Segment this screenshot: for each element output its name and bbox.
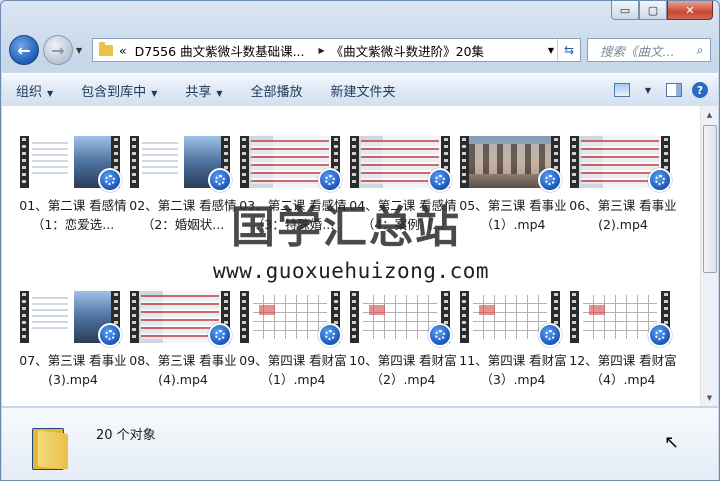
change-view-button[interactable] xyxy=(612,81,632,99)
include-library-menu[interactable]: 包含到库中 ▼ xyxy=(67,81,171,100)
video-thumbnail[interactable] xyxy=(240,136,342,192)
item-count: 20 个对象 xyxy=(96,428,156,443)
chevron-down-icon: ▼ xyxy=(216,88,223,98)
new-folder-button[interactable]: 新建文件夹 xyxy=(317,81,410,100)
file-name[interactable]: 06、第三课 看事业(2).mp4 xyxy=(568,196,678,234)
file-item[interactable]: 06、第三课 看事业(2).mp4 xyxy=(568,136,678,234)
refresh-icon[interactable]: ⇆ xyxy=(557,39,580,61)
file-name[interactable]: 07、第三课 看事业(3).mp4 xyxy=(18,351,128,389)
media-player-icon xyxy=(648,168,672,192)
folder-icon xyxy=(99,41,113,56)
file-name[interactable]: 09、第四课 看财富（1）.mp4 xyxy=(238,351,348,389)
share-menu[interactable]: 共享 ▼ xyxy=(171,81,236,100)
address-dropdown-icon[interactable]: ▼ xyxy=(548,46,554,55)
view-options-dropdown[interactable]: ▼ xyxy=(638,81,658,99)
close-button[interactable]: ✕ xyxy=(667,1,713,20)
video-thumbnail[interactable] xyxy=(20,136,122,192)
media-player-icon xyxy=(208,168,232,192)
search-input[interactable]: 搜索《曲文... xyxy=(588,41,690,60)
arrow-left-icon: ← xyxy=(17,40,31,60)
watermark-url: www.guoxuehuizong.com xyxy=(213,259,490,283)
file-item[interactable]: 12、第四课 看财富（4）.mp4 xyxy=(568,291,678,389)
breadcrumb-current[interactable]: 《曲文紫微斗数进阶》20集 xyxy=(331,41,484,60)
media-player-icon xyxy=(538,168,562,192)
organize-label: 组织 xyxy=(16,84,43,100)
help-icon: ? xyxy=(692,82,708,98)
folder-large-icon xyxy=(32,424,68,470)
window-controls: ▭ ▢ ✕ xyxy=(611,1,713,20)
file-name[interactable]: 12、第四课 看财富（4）.mp4 xyxy=(568,351,678,389)
file-item[interactable]: 07、第三课 看事业(3).mp4 xyxy=(18,291,128,389)
file-name[interactable]: 01、第二课 看感情（1：恋爱选... xyxy=(18,196,128,234)
video-thumbnail[interactable] xyxy=(460,136,562,192)
preview-pane-button[interactable] xyxy=(664,81,684,99)
media-player-icon xyxy=(318,168,342,192)
video-thumbnail[interactable] xyxy=(460,291,562,347)
breadcrumb-parent[interactable]: D7556 曲文紫微斗数基础课... xyxy=(135,41,305,60)
search-box[interactable]: 搜索《曲文... ⌕ xyxy=(587,38,711,62)
chevron-right-icon[interactable]: ▶ xyxy=(319,46,325,55)
media-player-icon xyxy=(648,323,672,347)
organize-menu[interactable]: 组织 ▼ xyxy=(2,81,67,100)
file-item[interactable]: 01、第二课 看感情（1：恋爱选... xyxy=(18,136,128,234)
preview-pane-icon xyxy=(666,83,682,97)
minimize-button[interactable]: ▭ xyxy=(611,1,639,20)
recent-pages-dropdown[interactable]: ▼ xyxy=(76,46,88,55)
video-thumbnail[interactable] xyxy=(350,136,452,192)
share-label: 共享 xyxy=(185,84,212,100)
forward-button[interactable]: → xyxy=(43,35,73,65)
search-icon[interactable]: ⌕ xyxy=(690,42,710,58)
video-thumbnail[interactable] xyxy=(570,291,672,347)
media-player-icon xyxy=(98,323,122,347)
address-bar[interactable]: « D7556 曲文紫微斗数基础课... ▶ 《曲文紫微斗数进阶》20集 ▼ ⇆ xyxy=(92,38,581,62)
video-thumbnail[interactable] xyxy=(20,291,122,347)
file-item[interactable]: 11、第四课 看财富（3）.mp4 xyxy=(458,291,568,389)
vertical-scrollbar[interactable]: ▲ ▼ xyxy=(700,106,718,406)
file-item[interactable]: 08、第三课 看事业(4).mp4 xyxy=(128,291,238,389)
view-icon xyxy=(614,83,630,97)
arrow-right-icon: → xyxy=(51,40,65,60)
media-player-icon xyxy=(98,168,122,192)
back-button[interactable]: ← xyxy=(9,35,39,65)
chevron-down-icon: ▼ xyxy=(151,88,158,98)
file-item[interactable]: 09、第四课 看财富（1）.mp4 xyxy=(238,291,348,389)
mouse-cursor-icon: ↖ xyxy=(664,432,680,453)
maximize-button[interactable]: ▢ xyxy=(639,1,667,20)
details-pane: 20 个对象 xyxy=(2,407,718,480)
media-player-icon xyxy=(208,323,232,347)
watermark-text: 国学汇总站 xyxy=(231,202,461,253)
file-name[interactable]: 11、第四课 看财富（3）.mp4 xyxy=(458,351,568,389)
media-player-icon xyxy=(318,323,342,347)
scroll-thumb[interactable] xyxy=(703,125,717,273)
file-item[interactable]: 10、第四课 看财富（2）.mp4 xyxy=(348,291,458,389)
file-item[interactable]: 05、第三课 看事业（1）.mp4 xyxy=(458,136,568,234)
media-player-icon xyxy=(428,323,452,347)
scroll-down-icon[interactable]: ▼ xyxy=(701,389,718,406)
include-library-label: 包含到库中 xyxy=(81,84,147,100)
file-name[interactable]: 10、第四课 看财富（2）.mp4 xyxy=(348,351,458,389)
video-thumbnail[interactable] xyxy=(570,136,672,192)
scroll-up-icon[interactable]: ▲ xyxy=(701,106,718,123)
video-thumbnail[interactable] xyxy=(130,291,232,347)
help-button[interactable]: ? xyxy=(690,81,710,99)
video-thumbnail[interactable] xyxy=(240,291,342,347)
video-thumbnail[interactable] xyxy=(130,136,232,192)
breadcrumb-overflow[interactable]: « xyxy=(119,43,127,58)
media-player-icon xyxy=(538,323,562,347)
explorer-window: ▭ ▢ ✕ ← → ▼ « D7556 曲文紫微斗数基础课... ▶ 《曲文紫微… xyxy=(0,0,720,481)
file-name[interactable]: 08、第三课 看事业(4).mp4 xyxy=(128,351,238,389)
file-name[interactable]: 05、第三课 看事业（1）.mp4 xyxy=(458,196,568,234)
media-player-icon xyxy=(428,168,452,192)
file-name[interactable]: 02、第二课 看感情（2：婚姻状... xyxy=(128,196,238,234)
command-bar: 组织 ▼ 包含到库中 ▼ 共享 ▼ 全部播放 新建文件夹 ▼ ? xyxy=(2,73,718,107)
chevron-down-icon: ▼ xyxy=(47,88,54,98)
video-thumbnail[interactable] xyxy=(350,291,452,347)
file-item[interactable]: 02、第二课 看感情（2：婚姻状... xyxy=(128,136,238,234)
play-all-button[interactable]: 全部播放 xyxy=(237,81,317,100)
file-list-pane: 01、第二课 看感情（1：恋爱选... 02、第二课 看感情（2：婚姻状... 03… xyxy=(2,106,718,406)
navigation-bar: ← → ▼ « D7556 曲文紫微斗数基础课... ▶ 《曲文紫微斗数进阶》2… xyxy=(9,35,711,65)
